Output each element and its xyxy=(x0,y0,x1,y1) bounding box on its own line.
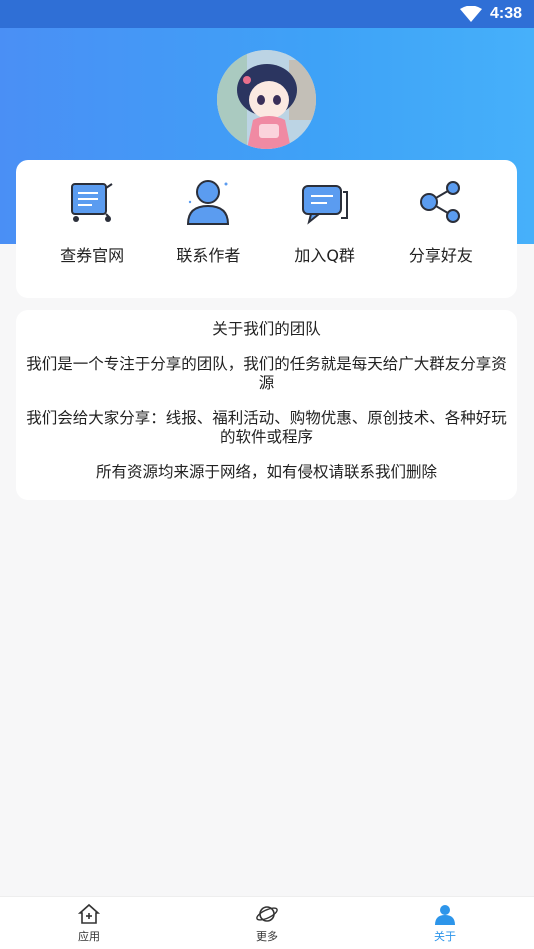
status-time: 4:38 xyxy=(489,5,522,22)
nav-label: 更多 xyxy=(256,930,278,943)
about-line: 我们是一个专注于分享的团队，我们的任务就是每天给广大群友分享资源 xyxy=(26,355,507,392)
about-card: 关于我们的团队 我们是一个专注于分享的团队，我们的任务就是每天给广大群友分享资源… xyxy=(16,310,517,500)
action-label: 联系作者 xyxy=(176,246,241,265)
nav-label: 应用 xyxy=(78,930,100,943)
action-label: 加入Q群 xyxy=(294,246,355,265)
action-label: 查券官网 xyxy=(60,246,125,265)
planet-icon xyxy=(256,906,278,922)
status-bar: 4:38 xyxy=(0,0,534,28)
action-coupon-site[interactable]: 查券官网 xyxy=(37,174,147,266)
nav-tab-more[interactable]: 更多 xyxy=(227,902,307,944)
user-icon xyxy=(435,905,455,925)
about-line: 所有资源均来源于网络，如有侵权请联系我们删除 xyxy=(95,463,437,481)
share-icon xyxy=(419,181,460,223)
home-icon xyxy=(77,903,101,924)
about-line: 我们会给大家分享：线报、福利活动、购物优惠、原创技术、各种好玩的软件或程序 xyxy=(26,409,507,446)
wifi-icon xyxy=(459,6,482,22)
person-icon xyxy=(187,180,230,225)
avatar[interactable] xyxy=(217,50,316,149)
avatar-image xyxy=(217,50,316,149)
cart-icon xyxy=(71,183,113,222)
action-share-friends[interactable]: 分享好友 xyxy=(386,174,496,266)
nav-tab-about[interactable]: 关于 xyxy=(405,902,485,944)
about-title: 关于我们的团队 xyxy=(212,320,321,338)
action-label: 分享好友 xyxy=(408,246,473,265)
chat-icon xyxy=(301,185,348,225)
bottom-nav: 应用 更多 关于 xyxy=(0,896,534,949)
action-join-qq-group[interactable]: 加入Q群 xyxy=(270,174,380,266)
nav-label: 关于 xyxy=(434,930,456,943)
action-contact-author[interactable]: 联系作者 xyxy=(153,174,263,266)
action-card: 查券官网 联系作者 加入Q群 分享好友 xyxy=(16,160,517,298)
nav-tab-apps[interactable]: 应用 xyxy=(49,902,129,944)
